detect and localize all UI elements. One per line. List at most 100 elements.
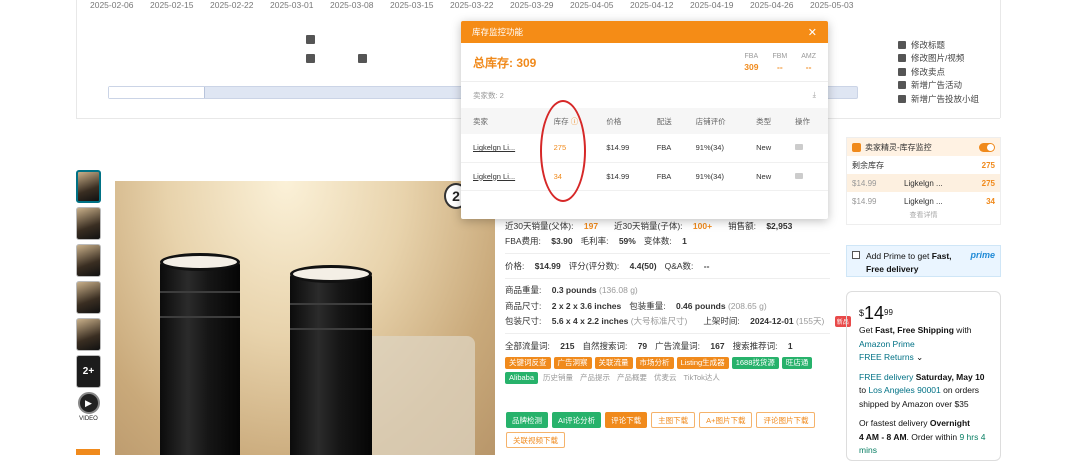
download-icon[interactable]: ⤓ (813, 90, 816, 100)
more-images-thumbnail[interactable]: 2+ (76, 355, 101, 388)
play-icon: ▶ (77, 392, 100, 414)
date-tick: 2025-05-03 (810, 0, 854, 10)
related-video-download-button[interactable]: 关联视频下载 (506, 432, 565, 448)
seller-link[interactable]: Ligkelgn Li... (461, 134, 548, 163)
chevron-down-icon: ⌄ (916, 352, 924, 362)
inventory-monitor-popup: 库存监控功能 ✕ 总库存: 309 FBA 309 FBM -- AMZ -- 卖家数… (461, 21, 828, 219)
date-tick: 2025-04-19 (690, 0, 734, 10)
view-details-link[interactable]: 查看详情 (847, 210, 1000, 224)
range-slider-unselected[interactable] (109, 87, 205, 98)
thumbnail[interactable] (76, 281, 101, 314)
seller-sprite-logo-icon (852, 142, 861, 152)
adgroup-icon (898, 94, 906, 103)
remaining-value: 275 (981, 160, 995, 170)
seller-link[interactable]: Ligkelgn Li... (461, 162, 548, 191)
side-seller-row[interactable]: $14.99 Ligkelgn ... 34 (847, 192, 1000, 210)
tag-product-tips[interactable]: 产品提示 (578, 371, 613, 384)
date-tick: 2025-04-26 (750, 0, 794, 10)
chart-card-right-border (1000, 0, 1001, 118)
popup-title: 库存监控功能 (472, 27, 524, 37)
tag-listing-generator[interactable]: Listing生成器 (676, 356, 729, 369)
legend-item[interactable]: 修改标题 (898, 38, 979, 52)
tag-keyword-reverse[interactable]: 关键词反查 (505, 356, 551, 369)
thumbnail[interactable] (76, 318, 101, 351)
title-change-marker-icon[interactable] (306, 54, 315, 63)
image-thumbnails: 2+ ▶ VIDEO (76, 170, 103, 429)
image-icon (898, 54, 906, 63)
product-main-image[interactable] (115, 181, 495, 455)
ad-icon (898, 81, 906, 90)
lamp-cylinder (160, 253, 240, 455)
date-tick: 2025-03-08 (330, 0, 374, 10)
buy-box: $1499 Get Fast, Free Shipping with Amazo… (846, 291, 1001, 461)
add-prime-checkbox[interactable] (852, 251, 860, 259)
chart-card-left-border (76, 0, 77, 118)
add-prime-box[interactable]: Add Prime to get Fast, Free delivery pri… (846, 245, 1001, 277)
side-panel-title: 卖家精灵-库存监控 (865, 142, 932, 152)
video-thumbnail[interactable]: ▶ VIDEO (76, 392, 101, 425)
legend-item[interactable]: 新增广告活动 (898, 79, 979, 93)
chart-date-axis: 2025-02-06 2025-02-15 2025-02-22 2025-03… (90, 0, 870, 12)
date-tick: 2025-03-29 (510, 0, 554, 10)
aplus-download-button[interactable]: A+图片下载 (699, 412, 753, 428)
date-tick: 2025-02-22 (210, 0, 254, 10)
bullet-icon (898, 67, 906, 76)
tag-tiktok[interactable]: TikTok达人 (681, 371, 722, 384)
seller-inventory-table: 卖家 库存 ⓘ 价格 配送 店铺评价 类型 操作 Ligkelgn Li... … (461, 108, 828, 191)
image-change-marker-icon[interactable] (306, 35, 315, 44)
date-tick: 2025-03-15 (390, 0, 434, 10)
camera-icon[interactable] (795, 144, 804, 151)
red-annotation-circle (540, 100, 586, 202)
tag-wangdiantong[interactable]: 旺店通 (781, 356, 813, 369)
table-row: Ligkelgn Li... 34 $14.99 FBA 91%(34) New (461, 162, 828, 191)
product-info-panel: 近30天销量(父体): 197 近30天销量(子体): 100+ 销售额: $2… (505, 220, 851, 384)
action-buttons: 品牌检测 AI评论分析 评论下载 主图下载 A+图片下载 评论图片下载 关联视频… (506, 412, 836, 448)
close-icon[interactable]: ✕ (808, 26, 817, 39)
legend-item[interactable]: 修改图片/视频 (898, 52, 979, 66)
lamp-cylinder (290, 265, 372, 455)
thumbnail[interactable] (76, 170, 101, 203)
main-image-download-button[interactable]: 主图下载 (651, 412, 696, 428)
date-tick: 2025-04-12 (630, 0, 674, 10)
tag-youmaiyun[interactable]: 优麦云 (652, 371, 679, 384)
prime-logo: prime (970, 250, 995, 260)
tool-tags: 关键词反查 广告洞察 关联流量 市场分析 Listing生成器 1688找货源 … (505, 356, 830, 384)
free-delivery-link[interactable]: FREE delivery (859, 372, 913, 382)
legend-item[interactable]: 修改卖点 (898, 65, 979, 79)
camera-icon[interactable] (795, 172, 804, 179)
tag-product-summary[interactable]: 产品概要 (615, 371, 650, 384)
sellers-count: 卖家数: 2 (473, 90, 504, 100)
side-seller-row[interactable]: $14.99 Ligkelgn ... 275 (847, 174, 1000, 192)
date-tick: 2025-03-01 (270, 0, 314, 10)
remaining-label: 剩余库存 (852, 160, 884, 170)
legend-item[interactable]: 新增广告投放小组 (898, 92, 979, 106)
price: $1499 (859, 303, 893, 323)
review-download-button[interactable]: 评论下载 (605, 412, 648, 428)
tag-related-traffic[interactable]: 关联流量 (594, 356, 633, 369)
brand-check-button[interactable]: 品牌检测 (506, 412, 548, 428)
tag-ad-insight[interactable]: 广告洞察 (553, 356, 592, 369)
free-returns-link[interactable]: FREE Returns ⌄ (859, 351, 988, 365)
review-image-download-button[interactable]: 评论图片下载 (756, 412, 816, 428)
table-row: Ligkelgn Li... 275 $14.99 FBA 91%(34) Ne… (461, 134, 828, 163)
total-inventory: 总库存: 309 (473, 55, 537, 70)
date-tick: 2025-02-06 (90, 0, 134, 10)
location-link[interactable]: Los Angeles 90001 (868, 385, 940, 395)
ai-review-button[interactable]: AI评论分析 (552, 412, 602, 428)
side-panel-toggle[interactable] (979, 142, 995, 152)
amazon-prime-link[interactable]: Amazon Prime (859, 338, 988, 352)
inventory-side-panel: 卖家精灵-库存监控 剩余库存 275 $14.99 Ligkelgn ... 2… (846, 137, 1001, 225)
title-icon (898, 40, 906, 49)
tag-alibaba[interactable]: Alibaba (505, 371, 539, 384)
video-label: VIDEO (79, 416, 98, 422)
date-tick: 2025-03-22 (450, 0, 494, 10)
tag-1688[interactable]: 1688找货源 (731, 356, 779, 369)
thumbnail-indicator (76, 449, 100, 455)
tag-market-analysis[interactable]: 市场分析 (635, 356, 674, 369)
date-tick: 2025-04-05 (570, 0, 614, 10)
event-legend: 修改标题 修改图片/视频 修改卖点 新增广告活动 新增广告投放小组 (898, 38, 979, 106)
tag-history-sales[interactable]: 历史销量 (541, 371, 576, 384)
thumbnail[interactable] (76, 207, 101, 240)
thumbnail[interactable] (76, 244, 101, 277)
image-change-marker-icon[interactable] (358, 54, 367, 63)
